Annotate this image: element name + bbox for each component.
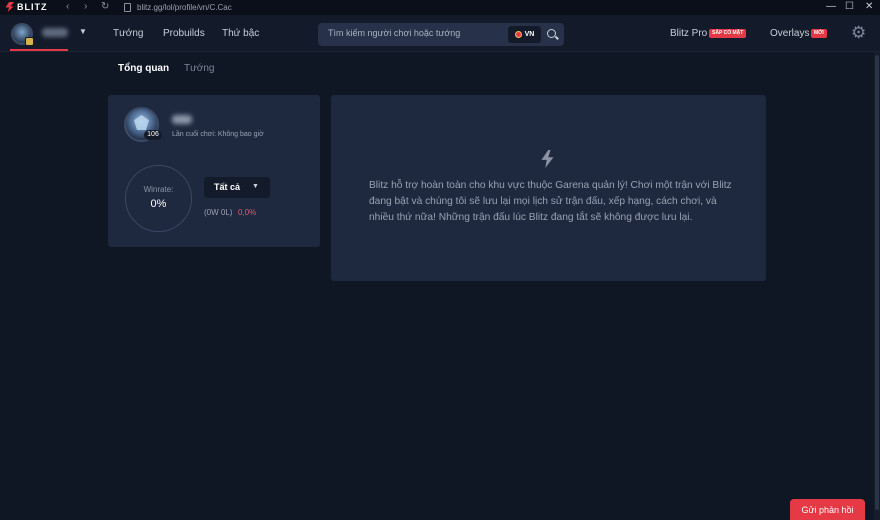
back-icon[interactable]: ‹ xyxy=(66,1,69,12)
chevron-down-icon[interactable]: ▼ xyxy=(79,27,87,36)
blitz-logo: BLITZ xyxy=(5,2,48,12)
winrate-value: 0% xyxy=(150,198,167,210)
blitz-pro-link[interactable]: Blitz Pro xyxy=(670,28,707,39)
profile-name-blurred xyxy=(172,115,192,124)
vietnam-flag-icon xyxy=(514,31,522,38)
region-selector[interactable]: VN xyxy=(508,26,541,43)
profile-card: 106 Lần cuối chơi: Không bao giờ Winrate… xyxy=(108,95,320,247)
coming-soon-badge: SẮP CÓ MẶT xyxy=(709,29,747,38)
tab-champions[interactable]: Tướng xyxy=(184,63,214,74)
nav-tierlist[interactable]: Thứ bậc xyxy=(222,28,259,39)
blitz-bolt-icon xyxy=(5,2,14,12)
chevron-down-icon: ▼ xyxy=(252,183,259,190)
avatar-rank-badge xyxy=(25,37,34,46)
info-message: Blitz hỗ trợ hoàn toàn cho khu vực thuộc… xyxy=(369,180,732,223)
last-played-text: Lần cuối chơi: Không bao giờ xyxy=(172,131,264,138)
lightning-icon xyxy=(541,150,554,168)
window-titlebar: BLITZ ‹ › ↻ blitz.gg/lol/profile/vn/C.Ca… xyxy=(0,0,880,15)
nav-probuilds[interactable]: Probuilds xyxy=(163,28,205,39)
search-input[interactable] xyxy=(328,28,508,38)
search-bar: VN xyxy=(318,23,564,46)
feedback-button[interactable]: Gửi phản hồi xyxy=(790,499,865,520)
user-active-underline xyxy=(10,49,68,51)
overlays-link[interactable]: Overlays xyxy=(770,28,809,39)
user-name-blurred xyxy=(42,28,68,37)
winrate-ring: Winrate: 0% xyxy=(125,165,192,232)
winrate-label: Winrate: xyxy=(143,185,174,194)
gear-icon[interactable]: ⚙ xyxy=(851,24,866,41)
scrollbar-thumb[interactable] xyxy=(875,55,879,510)
url-text: blitz.gg/lol/profile/vn/C.Cac xyxy=(137,3,232,12)
top-navigation: ▼ Tướng Probuilds Thứ bậc VN Blitz Pro S… xyxy=(0,15,880,52)
region-label: VN xyxy=(524,31,535,38)
forward-icon[interactable]: › xyxy=(84,1,87,12)
tab-overview[interactable]: Tổng quan xyxy=(118,63,169,74)
minimize-button[interactable]: — xyxy=(826,1,836,12)
filter-label: Tất cả xyxy=(214,182,241,192)
win-loss-record: (0W 0L) xyxy=(204,208,233,217)
new-badge: MỚI xyxy=(811,29,827,38)
logo-text: BLITZ xyxy=(17,2,48,12)
level-badge: 106 xyxy=(144,130,162,140)
copy-url-icon[interactable] xyxy=(124,3,131,12)
search-icon[interactable] xyxy=(547,29,556,38)
maximize-button[interactable]: ☐ xyxy=(845,1,854,12)
close-button[interactable]: ✕ xyxy=(865,1,873,12)
info-card: Blitz hỗ trợ hoàn toàn cho khu vực thuộc… xyxy=(331,95,766,281)
reload-icon[interactable]: ↻ xyxy=(101,1,109,12)
queue-filter-dropdown[interactable]: Tất cả ▼ xyxy=(204,177,270,198)
winrate-percent: 0,0% xyxy=(238,208,257,217)
nav-champions[interactable]: Tướng xyxy=(113,28,143,39)
